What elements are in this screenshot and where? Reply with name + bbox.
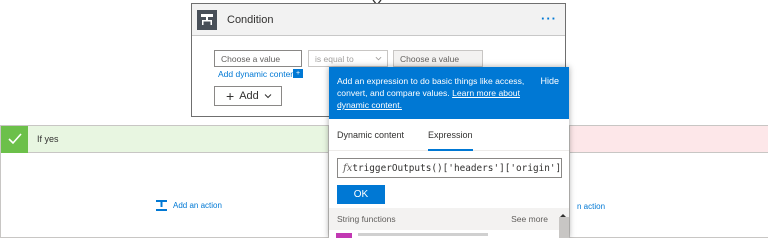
add-button[interactable]: + Add [214, 86, 282, 106]
section-title: String functions [337, 214, 396, 224]
chevron-down-icon [264, 94, 272, 99]
add-button-label: Add [239, 90, 259, 102]
see-more-link[interactable]: See more [511, 214, 548, 224]
add-action-icon [156, 200, 167, 211]
popup-tabs: Dynamic content Expression [329, 119, 569, 151]
hide-button[interactable]: Hide [540, 75, 559, 87]
if-yes-branch: If yes [0, 125, 329, 238]
plus-icon: + [226, 88, 235, 104]
add-action-yes-label: Add an action [173, 201, 222, 210]
more-options-icon[interactable]: ··· [541, 11, 557, 26]
operator-value: is equal to [315, 54, 354, 64]
chevron-down-icon [375, 56, 382, 61]
left-value-input[interactable]: Choose a value [214, 50, 302, 67]
popup-banner: Add an expression to do basic things lik… [329, 67, 569, 119]
dynamic-content-badge[interactable]: + [293, 69, 303, 78]
function-label-partial [358, 233, 488, 236]
if-no-branch [569, 125, 768, 238]
tab-dynamic-content[interactable]: Dynamic content [337, 119, 404, 151]
expression-text: triggerOutputs()['headers']['origin'] [352, 162, 562, 174]
operator-select[interactable]: is equal to [308, 50, 388, 67]
dynamic-content-popup: Add an expression to do basic things lik… [329, 67, 569, 238]
if-yes-header[interactable]: If yes [1, 125, 328, 153]
expression-input[interactable]: fx triggerOutputs()['headers']['origin'] [337, 158, 562, 178]
add-action-yes-link[interactable]: Add an action [155, 199, 222, 212]
condition-icon [197, 9, 217, 30]
tab-expression[interactable]: Expression [428, 119, 473, 151]
if-yes-title: If yes [37, 134, 59, 144]
scrollbar[interactable] [559, 217, 569, 238]
function-swatch [336, 233, 352, 238]
string-functions-header: String functions See more [329, 208, 569, 230]
flow-designer-canvas: Condition ··· Choose a value is equal to… [0, 0, 768, 238]
if-no-header[interactable] [570, 126, 768, 153]
ok-button[interactable]: OK [337, 185, 385, 204]
add-action-no-link[interactable]: n action [577, 202, 605, 211]
add-dynamic-content-link[interactable]: Add dynamic content [218, 69, 297, 79]
function-list-item[interactable] [336, 233, 556, 238]
condition-title: Condition [227, 13, 274, 26]
right-value-input[interactable]: Choose a value [393, 50, 483, 67]
condition-header[interactable]: Condition ··· [192, 4, 565, 36]
fx-icon: fx [343, 162, 353, 174]
check-icon [1, 125, 28, 153]
